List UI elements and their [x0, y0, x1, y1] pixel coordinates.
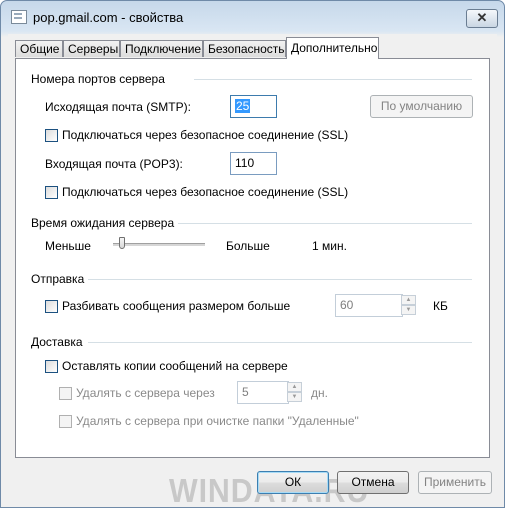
- keep-copies-label: Оставлять копии сообщений на сервере: [62, 359, 288, 373]
- timeout-less-label: Меньше: [45, 239, 91, 253]
- remove-after-input[interactable]: 5: [237, 381, 289, 404]
- smtp-port-input[interactable]: 25: [230, 95, 277, 118]
- timeout-group-divider: [178, 223, 472, 224]
- tab-security[interactable]: Безопасность: [203, 40, 286, 57]
- smtp-ssl-label: Подключаться через безопасное соединение…: [62, 128, 349, 142]
- smtp-port-value: 25: [235, 99, 251, 113]
- split-size-unit: КБ: [433, 299, 448, 313]
- timeout-more-label: Больше: [226, 239, 270, 253]
- remove-after-checkbox[interactable]: [59, 387, 72, 400]
- account-icon: [11, 10, 27, 24]
- spin-up-icon[interactable]: ▲: [287, 382, 302, 392]
- tab-advanced[interactable]: Дополнительно: [286, 37, 379, 59]
- properties-dialog: pop.gmail.com - свойства ✕ Общие Серверы…: [0, 0, 505, 509]
- split-messages-label: Разбивать сообщения размером больше: [62, 299, 291, 313]
- spin-up-icon[interactable]: ▲: [401, 295, 416, 305]
- split-size-spinner[interactable]: ▲ ▼: [401, 294, 417, 317]
- sending-group-title: Отправка: [31, 272, 85, 286]
- timeout-group-title: Время ожидания сервера: [31, 216, 175, 230]
- sending-group-divider: [88, 279, 472, 280]
- close-button[interactable]: ✕: [466, 9, 498, 28]
- tab-servers[interactable]: Серверы: [63, 40, 120, 57]
- pop3-port-label: Входящая почта (POP3):: [45, 157, 183, 171]
- remove-after-unit: дн.: [311, 386, 328, 400]
- ports-group-title: Номера портов сервера: [31, 72, 165, 86]
- dialog-client: Общие Серверы Подключение Безопасность Д…: [8, 34, 497, 509]
- smtp-ssl-checkbox[interactable]: [45, 129, 58, 142]
- tab-connection[interactable]: Подключение: [120, 40, 203, 57]
- split-messages-checkbox[interactable]: [45, 300, 58, 313]
- delivery-group-title: Доставка: [31, 335, 83, 349]
- keep-copies-checkbox[interactable]: [45, 360, 58, 373]
- advanced-panel: Номера портов сервера Исходящая почта (S…: [15, 58, 490, 509]
- remove-on-empty-checkbox[interactable]: [59, 415, 72, 428]
- spin-down-icon[interactable]: ▼: [401, 305, 416, 315]
- remove-after-label: Удалять с сервера через: [76, 386, 215, 400]
- remove-on-empty-label: Удалять с сервера при очистке папки "Уда…: [76, 414, 359, 428]
- pop3-ssl-checkbox[interactable]: [45, 186, 58, 199]
- timeout-slider-track[interactable]: [113, 243, 205, 246]
- tab-general[interactable]: Общие: [15, 40, 63, 57]
- cancel-button[interactable]: Отмена: [337, 471, 409, 494]
- ok-button[interactable]: ОК: [257, 471, 329, 494]
- delivery-group-divider: [88, 342, 472, 343]
- remove-after-spinner[interactable]: ▲ ▼: [287, 381, 303, 404]
- smtp-port-label: Исходящая почта (SMTP):: [45, 100, 191, 114]
- window-title: pop.gmail.com - свойства: [33, 10, 184, 25]
- timeout-slider-thumb[interactable]: [119, 237, 126, 249]
- ports-group-divider: [194, 79, 472, 80]
- apply-button[interactable]: Применить: [418, 471, 492, 494]
- pop3-port-input[interactable]: 110: [230, 152, 277, 175]
- title-bar[interactable]: pop.gmail.com - свойства ✕: [1, 1, 504, 34]
- default-ports-button[interactable]: По умолчанию: [370, 95, 473, 118]
- timeout-value: 1 мин.: [312, 239, 347, 253]
- spin-down-icon[interactable]: ▼: [287, 392, 302, 402]
- pop3-ssl-label: Подключаться через безопасное соединение…: [62, 185, 349, 199]
- split-size-input[interactable]: 60: [335, 294, 403, 317]
